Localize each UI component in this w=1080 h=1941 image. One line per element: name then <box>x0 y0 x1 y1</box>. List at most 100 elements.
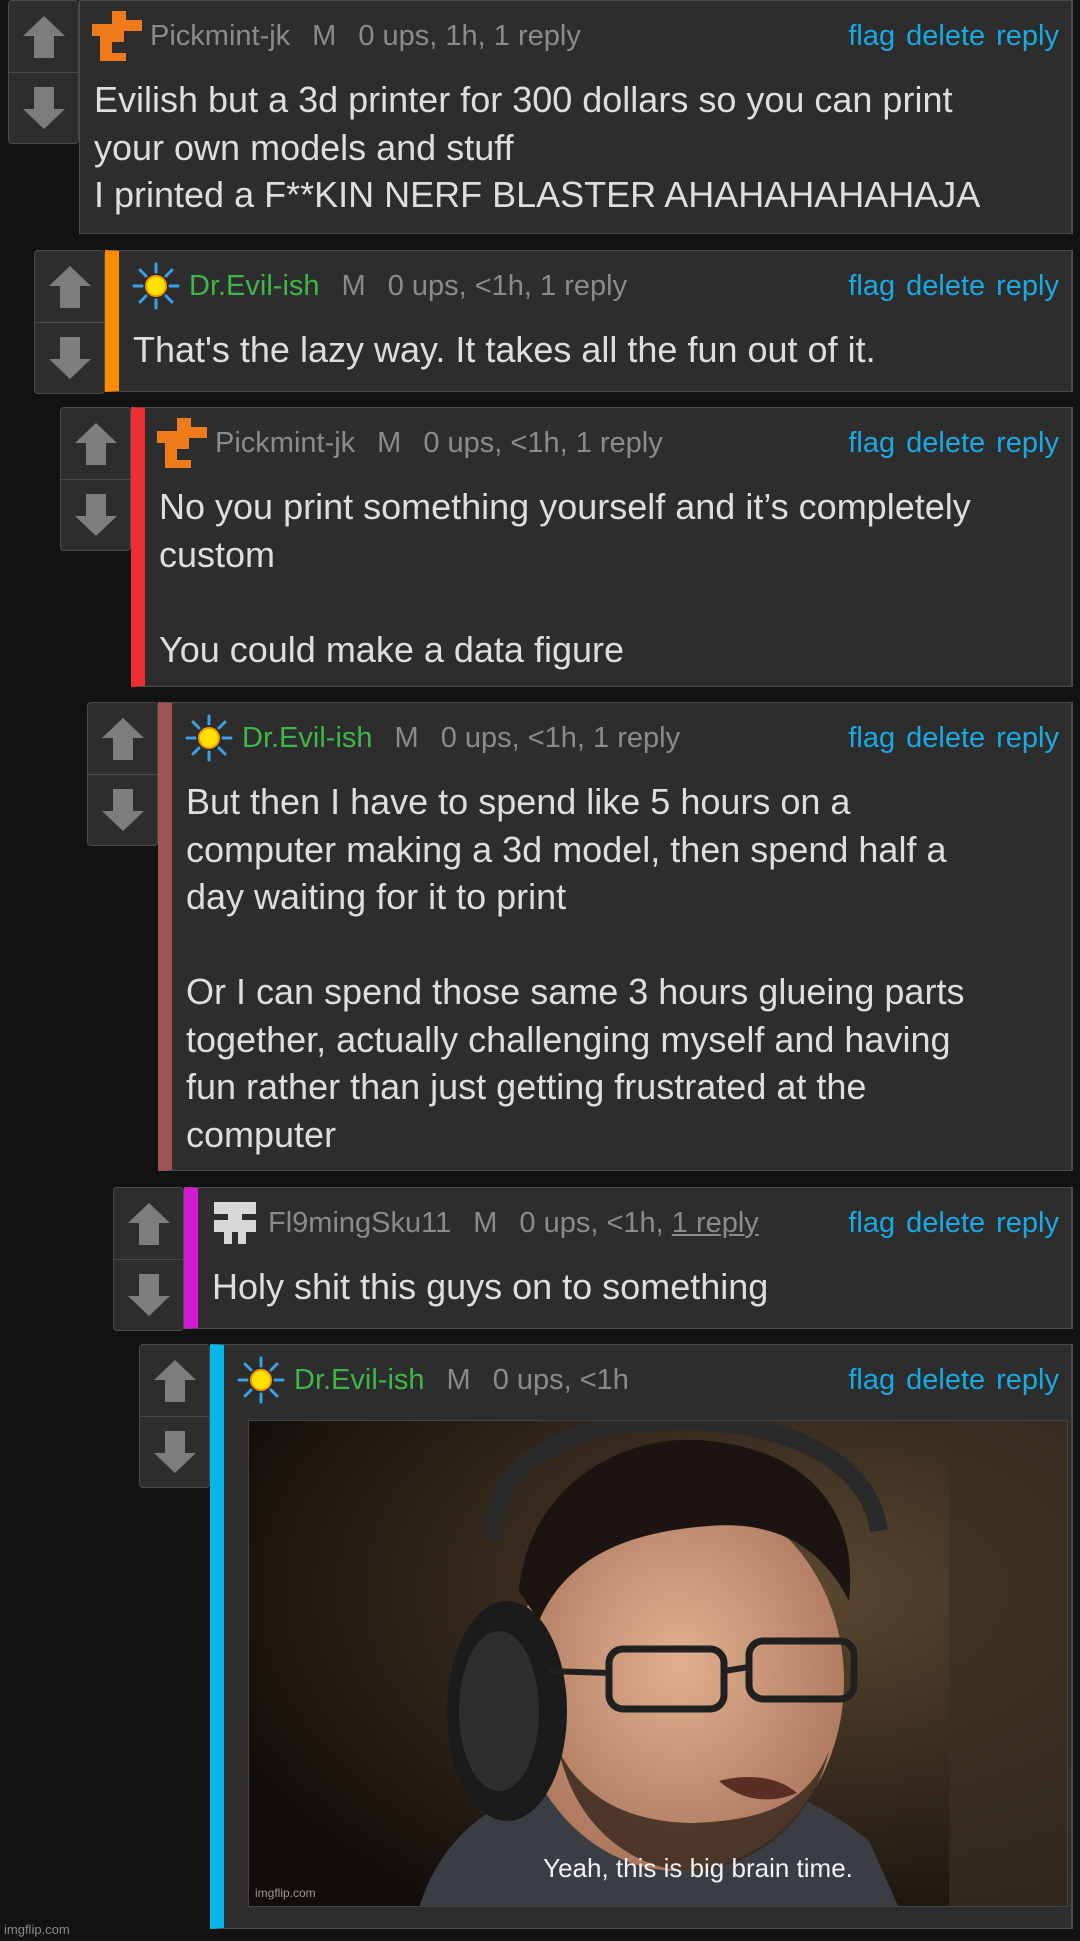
delete-link[interactable]: delete <box>906 270 985 303</box>
downvote-button[interactable] <box>140 1416 209 1487</box>
comment-line: Or I can spend those same 3 hours gluein… <box>186 971 965 1012</box>
vote-controls <box>139 1344 210 1488</box>
comment: Dr.Evil-ish M 0 ups, <1h, 1 reply flag d… <box>87 702 1073 1171</box>
reply-link[interactable]: reply <box>996 270 1059 303</box>
flag-link[interactable]: flag <box>848 20 895 53</box>
comment-meta: Pickmint-jk M 0 ups, 1h, 1 reply flag de… <box>92 11 1059 61</box>
comment: Fl9mingSku11 M 0 ups, <1h, 1 reply flag … <box>113 1187 1073 1331</box>
delete-link[interactable]: delete <box>906 427 985 460</box>
comment-meta: Dr.Evil-ish M 0 ups, <1h flag delete rep… <box>236 1355 1059 1405</box>
comment: Pickmint-jk M 0 ups, 1h, 1 reply flag de… <box>8 0 1073 234</box>
upvote-button[interactable] <box>61 408 130 479</box>
comment-line: You could make a data figure <box>159 628 624 670</box>
orange-pixel-avatar-icon <box>157 418 207 468</box>
upvote-button[interactable] <box>140 1345 209 1416</box>
upvote-button[interactable] <box>88 703 157 774</box>
upvote-button[interactable] <box>114 1188 183 1259</box>
meme-illustration <box>249 1421 1067 1906</box>
reply-count-link[interactable]: 1 reply <box>672 1207 759 1239</box>
downvote-button[interactable] <box>61 479 130 550</box>
flag-link[interactable]: flag <box>848 1207 895 1240</box>
up-arrow-icon <box>153 1359 196 1402</box>
site-watermark: imgflip.com <box>4 1922 70 1937</box>
comment: Pickmint-jk M 0 ups, <1h, 1 reply flag d… <box>60 407 1073 687</box>
comment-stats: 0 ups, <1h, 1 reply <box>387 269 628 302</box>
delete-link[interactable]: delete <box>906 1364 985 1397</box>
reply-link[interactable]: reply <box>996 1364 1059 1397</box>
stats-text: 0 ups, <1h, <box>519 1206 672 1239</box>
reply-link[interactable]: reply <box>996 722 1059 755</box>
up-arrow-icon <box>101 717 144 760</box>
delete-link[interactable]: delete <box>906 722 985 755</box>
comment-meta: Pickmint-jk M 0 ups, <1h, 1 reply flag d… <box>157 418 1059 468</box>
username[interactable]: Dr.Evil-ish <box>242 722 373 755</box>
comment-box: Dr.Evil-ish M 0 ups, <1h flag delete rep… <box>210 1344 1073 1929</box>
comment-actions: flag delete reply <box>837 1207 1059 1240</box>
downvote-button[interactable] <box>114 1259 183 1330</box>
down-arrow-icon <box>74 494 117 536</box>
down-arrow-icon <box>22 87 65 129</box>
flag-link[interactable]: flag <box>848 270 895 303</box>
comment-line: day waiting for it to print <box>186 876 567 917</box>
comment-meta: Fl9mingSku11 M 0 ups, <1h, 1 reply flag … <box>210 1198 1059 1248</box>
comment-line: computer making a 3d model, then spend h… <box>186 828 947 870</box>
reply-link[interactable]: reply <box>996 427 1059 460</box>
comment-line: custom <box>159 533 276 575</box>
up-arrow-icon <box>127 1202 170 1245</box>
vote-controls <box>60 407 131 551</box>
comment-body: No you print something yourself and it’s… <box>159 483 1059 673</box>
username[interactable]: Pickmint-jk <box>215 427 355 460</box>
comment-line: fun rather than just getting frustrated … <box>186 1066 867 1107</box>
meme-caption: Yeah, this is big brain time. <box>543 1853 853 1883</box>
meme-watermark: imgflip.com <box>255 1886 316 1900</box>
gender-badge: M <box>312 19 337 52</box>
delete-link[interactable]: delete <box>906 20 985 53</box>
upvote-button[interactable] <box>9 1 78 72</box>
comment-box: Pickmint-jk M 0 ups, 1h, 1 reply flag de… <box>79 0 1073 234</box>
flag-link[interactable]: flag <box>848 427 895 460</box>
comment: Dr.Evil-ish M 0 ups, <1h, 1 reply flag d… <box>34 250 1073 394</box>
up-arrow-icon <box>22 15 65 58</box>
comment-line <box>186 921 1059 969</box>
comment-body: That's the lazy way. It takes all the fu… <box>133 326 1059 374</box>
upvote-button[interactable] <box>35 251 104 322</box>
down-arrow-icon <box>127 1274 170 1316</box>
comment-actions: flag delete reply <box>837 1364 1059 1397</box>
comment-line: But then I have to spend like 5 hours on… <box>186 781 851 822</box>
gray-pixel-avatar-icon <box>214 1202 256 1244</box>
comment: Dr.Evil-ish M 0 ups, <1h flag delete rep… <box>139 1344 1073 1929</box>
comment-body: Evilish but a 3d printer for 300 dollars… <box>94 76 1059 219</box>
comment-line: your own models and stuff <box>94 126 514 168</box>
vote-controls <box>34 250 105 394</box>
comment-line: No you print something yourself and it’s… <box>159 486 971 527</box>
downvote-button[interactable] <box>9 72 78 143</box>
comment-body: Holy shit this guys on to something <box>212 1263 1059 1311</box>
comment-line: together, actually challenging myself an… <box>186 1018 951 1060</box>
username[interactable]: Fl9mingSku11 <box>268 1207 451 1240</box>
comment-meta: Dr.Evil-ish M 0 ups, <1h, 1 reply flag d… <box>131 261 1059 311</box>
downvote-button[interactable] <box>88 774 157 845</box>
sun-avatar-icon <box>132 262 180 310</box>
orange-pixel-avatar-icon <box>92 11 142 61</box>
comment-box: Pickmint-jk M 0 ups, <1h, 1 reply flag d… <box>131 407 1073 687</box>
comment-actions: flag delete reply <box>837 427 1059 460</box>
username[interactable]: Dr.Evil-ish <box>294 1364 425 1397</box>
flag-link[interactable]: flag <box>848 722 895 755</box>
gender-badge: M <box>473 1206 498 1239</box>
username[interactable]: Dr.Evil-ish <box>189 270 320 303</box>
comment-box: Dr.Evil-ish M 0 ups, <1h, 1 reply flag d… <box>105 250 1073 392</box>
reply-link[interactable]: reply <box>996 1207 1059 1240</box>
comment-actions: flag delete reply <box>837 20 1059 53</box>
username[interactable]: Pickmint-jk <box>150 20 290 53</box>
gender-badge: M <box>394 721 419 754</box>
vote-controls <box>113 1187 184 1331</box>
vote-controls <box>87 702 158 846</box>
comment-stats: 0 ups, <1h, 1 reply <box>423 426 663 459</box>
comment-actions: flag delete reply <box>837 270 1059 303</box>
delete-link[interactable]: delete <box>906 1207 985 1240</box>
flag-link[interactable]: flag <box>848 1364 895 1397</box>
reply-link[interactable]: reply <box>996 20 1059 53</box>
meme-image[interactable]: Yeah, this is big brain time. imgflip.co… <box>248 1420 1068 1907</box>
comment-stats: 0 ups, <1h <box>492 1363 629 1396</box>
downvote-button[interactable] <box>35 322 104 393</box>
